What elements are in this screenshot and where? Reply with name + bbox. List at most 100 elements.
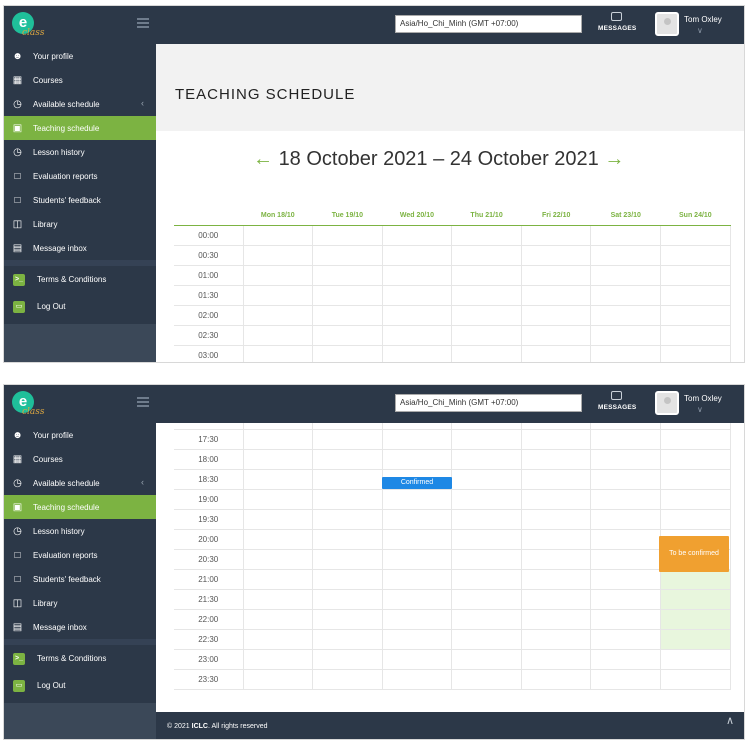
schedule-slot[interactable] [590, 264, 662, 286]
schedule-slot[interactable] [312, 509, 383, 530]
messages-button[interactable]: MESSAGES [598, 12, 636, 32]
schedule-slot[interactable] [451, 344, 522, 362]
schedule-slot[interactable] [381, 609, 453, 630]
sidebar-item-courses[interactable]: ▦ Courses [4, 447, 156, 471]
schedule-slot[interactable] [660, 264, 731, 286]
schedule-slot[interactable] [590, 224, 662, 246]
schedule-slot[interactable] [590, 429, 662, 450]
sidebar-item-your-profile[interactable]: ☻ Your profile [4, 44, 156, 68]
schedule-slot[interactable] [660, 589, 731, 610]
schedule-slot[interactable] [451, 569, 522, 590]
schedule-slot[interactable] [312, 489, 383, 510]
schedule-slot[interactable] [520, 224, 592, 246]
schedule-slot[interactable] [590, 629, 662, 650]
chevron-down-icon[interactable]: ∨ [697, 26, 703, 35]
schedule-slot[interactable] [590, 344, 662, 362]
schedule-slot[interactable] [590, 529, 662, 550]
schedule-slot[interactable] [312, 264, 383, 286]
schedule-slot[interactable] [451, 589, 522, 610]
schedule-slot[interactable] [660, 469, 731, 490]
logo[interactable]: e class [12, 12, 46, 40]
schedule-slot[interactable] [381, 304, 453, 326]
schedule-slot[interactable] [381, 569, 453, 590]
scroll-to-top-icon[interactable]: ∧ [726, 714, 734, 727]
sidebar-item-library[interactable]: ◫ Library [4, 591, 156, 615]
schedule-slot[interactable] [381, 549, 453, 570]
schedule-slot[interactable] [660, 489, 731, 510]
sidebar-item-terms[interactable]: >_ Terms & Conditions [4, 266, 156, 293]
schedule-slot[interactable] [312, 589, 383, 610]
logo[interactable]: e class [12, 391, 46, 419]
schedule-slot[interactable] [451, 284, 522, 306]
sidebar-item-logout[interactable]: ▭ Log Out [4, 293, 156, 320]
schedule-slot[interactable] [660, 569, 731, 590]
schedule-slot[interactable] [242, 589, 314, 610]
schedule-slot[interactable] [590, 324, 662, 346]
schedule-slot[interactable] [520, 304, 592, 326]
schedule-slot[interactable] [381, 344, 453, 362]
avatar[interactable] [655, 12, 679, 36]
sidebar-item-logout[interactable]: ▭ Log Out [4, 672, 156, 699]
schedule-slot[interactable] [520, 629, 592, 650]
schedule-slot[interactable] [242, 244, 314, 266]
schedule-slot[interactable] [242, 304, 314, 326]
schedule-slot[interactable] [520, 469, 592, 490]
schedule-slot[interactable] [312, 629, 383, 650]
schedule-slot[interactable] [590, 304, 662, 326]
schedule-slot[interactable] [242, 629, 314, 650]
pending-lesson-badge[interactable]: To be confirmed [659, 536, 729, 572]
schedule-slot[interactable] [381, 224, 453, 246]
schedule-slot[interactable] [590, 284, 662, 306]
schedule-slot[interactable] [242, 284, 314, 306]
schedule-slot[interactable] [520, 284, 592, 306]
schedule-slot[interactable] [660, 284, 731, 306]
schedule-slot[interactable] [590, 669, 662, 690]
schedule-slot[interactable] [520, 549, 592, 570]
schedule-slot[interactable] [242, 324, 314, 346]
schedule-slot[interactable] [312, 649, 383, 670]
sidebar-item-available-schedule[interactable]: ◷ Available schedule ‹ [4, 92, 156, 116]
schedule-slot[interactable] [451, 609, 522, 630]
schedule-slot[interactable] [660, 244, 731, 266]
sidebar-item-lesson-history[interactable]: ◷ Lesson history [4, 140, 156, 164]
schedule-slot[interactable] [381, 449, 453, 470]
schedule-slot[interactable] [590, 649, 662, 670]
schedule-slot[interactable] [660, 429, 731, 450]
schedule-slot[interactable] [381, 669, 453, 690]
schedule-slot[interactable] [312, 469, 383, 490]
schedule-slot[interactable] [520, 509, 592, 530]
schedule-slot[interactable] [451, 509, 522, 530]
schedule-slot[interactable] [312, 344, 383, 362]
schedule-slot[interactable] [312, 609, 383, 630]
schedule-slot[interactable] [660, 224, 731, 246]
schedule-slot[interactable] [520, 569, 592, 590]
sidebar-item-students-feedback[interactable]: □ Students' feedback [4, 567, 156, 591]
hamburger-menu-icon[interactable] [137, 18, 149, 28]
schedule-slot[interactable] [242, 609, 314, 630]
schedule-slot[interactable] [242, 669, 314, 690]
schedule-slot[interactable] [242, 569, 314, 590]
schedule-slot[interactable] [590, 609, 662, 630]
sidebar-item-message-inbox[interactable]: ▤ Message inbox [4, 615, 156, 639]
schedule-slot[interactable] [312, 569, 383, 590]
schedule-slot[interactable] [381, 324, 453, 346]
schedule-slot[interactable] [660, 649, 731, 670]
sidebar-item-students-feedback[interactable]: □ Students' feedback [4, 188, 156, 212]
schedule-slot[interactable] [451, 649, 522, 670]
schedule-slot[interactable] [451, 489, 522, 510]
schedule-slot[interactable] [312, 529, 383, 550]
schedule-slot[interactable] [381, 244, 453, 266]
sidebar-item-lesson-history[interactable]: ◷ Lesson history [4, 519, 156, 543]
schedule-slot[interactable] [312, 244, 383, 266]
messages-button[interactable]: MESSAGES [598, 391, 636, 411]
schedule-slot[interactable] [242, 549, 314, 570]
schedule-slot[interactable] [590, 489, 662, 510]
schedule-slot[interactable] [242, 449, 314, 470]
schedule-slot[interactable] [520, 449, 592, 470]
schedule-slot[interactable] [451, 324, 522, 346]
schedule-slot[interactable] [520, 429, 592, 450]
next-week-arrow-icon[interactable]: → [604, 148, 624, 170]
timezone-select[interactable]: Asia/Ho_Chi_Minh (GMT +07:00) [395, 394, 582, 412]
schedule-slot[interactable] [242, 509, 314, 530]
sidebar-item-courses[interactable]: ▦ Courses [4, 68, 156, 92]
